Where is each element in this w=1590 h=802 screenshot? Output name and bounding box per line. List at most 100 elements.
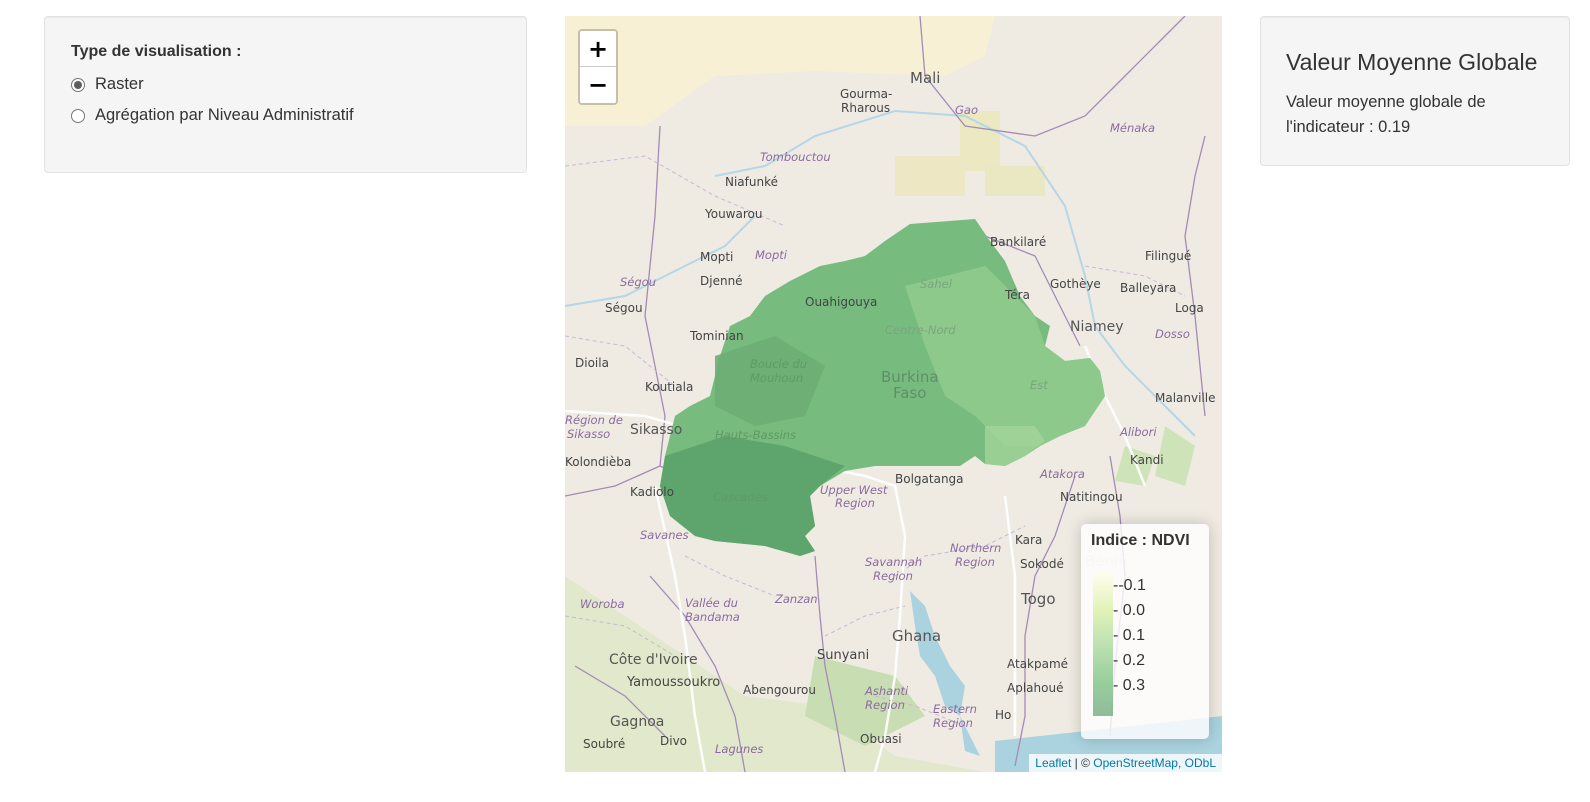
leaflet-link[interactable]: Leaflet [1035,756,1071,770]
legend-tick: - 0.2 [1113,652,1146,669]
svg-text:Yamoussoukro: Yamoussoukro [626,675,720,690]
svg-text:Abengourou: Abengourou [743,683,816,697]
svg-text:Centre-Nord: Centre-Nord [885,323,956,337]
svg-text:Woroba: Woroba [580,597,625,611]
svg-text:Tombouctou: Tombouctou [760,150,831,164]
svg-text:Loga: Loga [1175,301,1204,315]
radio-button-raster[interactable] [71,77,85,92]
svg-text:Djenné: Djenné [700,274,743,288]
global-mean-text: Valeur moyenne globale de l'indicateur :… [1286,93,1486,136]
leaflet-map[interactable]: Mali Gourma- Rharous Gao Ménaka Tombouct… [565,16,1222,772]
svg-text:Sunyani: Sunyani [817,648,869,663]
svg-text:Region: Region [873,569,913,583]
svg-text:Region: Region [835,496,875,510]
svg-text:Alibori: Alibori [1119,425,1157,439]
svg-text:Rharous: Rharous [841,101,890,115]
svg-text:Boucle du: Boucle du [750,357,807,371]
svg-text:Koutiala: Koutiala [645,380,693,394]
svg-text:Kandi: Kandi [1130,453,1164,467]
svg-text:Kolondièba: Kolondièba [565,455,631,469]
svg-text:Dosso: Dosso [1155,327,1190,341]
svg-text:Youwarou: Youwarou [704,207,762,221]
svg-text:Region: Region [933,716,973,730]
svg-text:Kadiolo: Kadiolo [630,485,674,499]
global-mean-panel: Valeur Moyenne Globale Valeur moyenne gl… [1260,16,1570,166]
svg-text:Malanville: Malanville [1155,391,1216,405]
radio-label-raster[interactable]: Raster [95,75,144,94]
zoom-out-button[interactable]: − [580,67,616,103]
svg-text:Savanes: Savanes [640,528,689,542]
ndvi-legend: Indice : NDVI --0.1 - 0.0 - 0.1 - 0.2 - … [1081,524,1209,739]
svg-text:Sokodé: Sokodé [1020,557,1064,571]
zoom-in-button[interactable]: + [580,31,616,67]
svg-text:Vallée du: Vallée du [685,596,738,610]
attribution-separator: | © [1071,756,1094,770]
visualisation-type-label: Type de visualisation : [71,43,242,60]
svg-text:Togo: Togo [1020,590,1056,608]
svg-text:Atakora: Atakora [1039,467,1085,481]
svg-text:Côte d'Ivoire: Côte d'Ivoire [609,652,698,668]
osm-link[interactable]: OpenStreetMap, ODbL [1093,756,1216,770]
svg-text:Obuasi: Obuasi [860,732,902,746]
svg-text:Savannah: Savannah [865,555,922,569]
svg-text:Balleyara: Balleyara [1120,281,1176,295]
svg-text:Niafunké: Niafunké [725,175,778,189]
svg-text:Ashanti: Ashanti [864,684,909,698]
legend-color-ramp [1093,574,1113,716]
svg-text:Hauts-Bassins: Hauts-Bassins [715,428,796,442]
svg-text:Soubré: Soubré [583,737,625,751]
svg-text:Cascades: Cascades [713,490,768,504]
svg-text:Gao: Gao [955,103,978,117]
svg-text:Sikasso: Sikasso [567,427,610,441]
svg-text:Atakpamé: Atakpamé [1007,657,1068,671]
legend-tick: - 0.0 [1113,602,1146,619]
svg-text:Divo: Divo [660,734,687,748]
svg-text:Gourma-: Gourma- [840,87,892,101]
svg-text:Région de: Région de [565,413,623,427]
svg-text:Northern: Northern [950,541,1001,555]
legend-tick: - 0.1 [1113,627,1146,644]
svg-text:Eastern: Eastern [933,702,977,716]
svg-text:Ouahigouya: Ouahigouya [805,295,877,309]
svg-text:Sahel: Sahel [920,277,953,291]
radio-option-admin-aggregation[interactable]: Agrégation par Niveau Administratif [71,100,500,131]
svg-text:Ménaka: Ménaka [1110,121,1155,135]
svg-text:Upper West: Upper West [820,483,888,497]
svg-text:Kara: Kara [1015,533,1042,547]
radio-label-admin-aggregation[interactable]: Agrégation par Niveau Administratif [95,106,354,125]
global-mean-title: Valeur Moyenne Globale [1286,49,1538,75]
svg-text:Bankilaré: Bankilaré [990,235,1046,249]
svg-text:Tominian: Tominian [689,329,744,343]
svg-text:Mopti: Mopti [755,248,788,262]
svg-text:Mali: Mali [910,69,940,87]
svg-text:Region: Region [865,698,905,712]
svg-text:Region: Region [955,555,995,569]
svg-text:Lagunes: Lagunes [715,742,763,756]
svg-text:Bandama: Bandama [685,610,740,624]
svg-text:Bolgatanga: Bolgatanga [895,472,964,486]
svg-text:Ghana: Ghana [892,627,941,645]
svg-text:Mouhoun: Mouhoun [750,371,803,385]
svg-text:Niamey: Niamey [1070,319,1123,335]
svg-text:Dioila: Dioila [575,356,609,370]
radio-button-admin-aggregation[interactable] [71,108,85,123]
legend-tick: - 0.3 [1113,677,1146,694]
legend-tick: --0.1 [1113,577,1146,594]
svg-text:Ho: Ho [995,708,1011,722]
svg-text:Mopti: Mopti [700,250,733,264]
svg-text:Ségou: Ségou [620,275,656,289]
legend-title: Indice : NDVI [1091,532,1190,549]
radio-option-raster[interactable]: Raster [71,69,500,100]
svg-text:Faso: Faso [893,384,926,402]
svg-text:Gothèye: Gothèye [1050,277,1101,291]
svg-text:Aplahoué: Aplahoué [1007,681,1063,695]
svg-text:Gagnoa: Gagnoa [610,714,664,730]
svg-text:Zanzan: Zanzan [774,592,818,606]
zoom-control: + − [578,29,618,105]
map-attribution: Leaflet | © OpenStreetMap, ODbL [1029,754,1222,772]
svg-text:Natitingou: Natitingou [1060,490,1123,504]
svg-text:Téra: Téra [1004,288,1030,302]
svg-text:Ségou: Ségou [605,301,643,315]
svg-text:Est: Est [1030,378,1048,392]
visualisation-type-panel: Type de visualisation : Raster Agrégatio… [44,16,527,173]
